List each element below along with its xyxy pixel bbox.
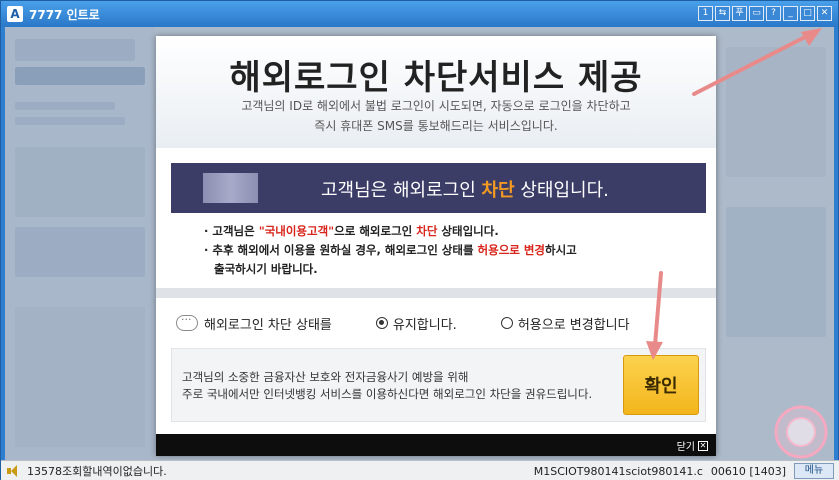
popup-subtitle: 고객님의 ID로 해외에서 불법 로그인이 시도되면, 자동으로 로그인을 차단… [156,96,716,136]
speaker-icon[interactable] [7,465,21,477]
session-id: M1SCIOT980141sciot980141.c [533,464,703,478]
recommendation-box: 고객님의 소중한 금융자산 보호와 전자금융사기 예방을 위해 주로 국내에서만… [171,348,706,422]
notice-list: · 고객님은 "국내이용고객"으로 해외로그인 차단 상태입니다. · 추후 해… [204,222,684,279]
popup-close-link[interactable]: 닫기 ✕ [677,438,708,453]
notice-text: · 추후 해외에서 이용을 원하실 경우, 해외로그인 상태를 [204,243,478,257]
screen-code: 00610 [1403] [710,464,786,478]
menu-button[interactable]: 메뉴 [794,463,834,479]
overseas-login-popup: 해외로그인 차단서비스 제공 고객님의 ID로 해외에서 불법 로그인이 시도되… [156,36,716,456]
popup-footer: 닫기 ✕ [156,434,716,456]
section-divider [156,288,716,298]
recommendation-line-1: 고객님의 소중한 금융자산 보호와 전자금융사기 예방을 위해 [182,370,469,384]
app-window: A 7777 인트로 1 ⇆ 푸 ▭ ? _ □ ✕ 해외로그인 차단서비스 제… [0,0,839,480]
screen-number-button[interactable]: 1 [698,6,713,21]
recommendation-line-2: 주로 국내에서만 인터넷뱅킹 서비스를 이용하신다면 해외로그인 차단을 권유드… [182,387,593,401]
login-status-text: 고객님은 해외로그인 차단 상태입니다. [321,176,609,202]
app-logo-icon: A [7,6,23,22]
masked-username [203,173,258,203]
notice-item: · 고객님은 "국내이용고객"으로 해외로그인 차단 상태입니다. [204,222,684,241]
radio-keep-label[interactable]: 유지합니다. [393,314,457,333]
close-icon[interactable]: ✕ [698,440,708,451]
subtitle-line-2: 즉시 휴대폰 SMS를 통보해드리는 서비스입니다. [314,119,558,133]
status-highlight: 차단 [481,180,515,201]
title-bar[interactable]: A 7777 인트로 1 ⇆ 푸 ▭ ? _ □ ✕ [1,1,838,27]
layout-button[interactable]: ▭ [749,6,764,21]
notice-red-text: "국내이용고객" [258,224,335,238]
radio-allow-label[interactable]: 허용으로 변경합니다 [518,314,630,333]
status-bar: 13578조회할내역이없습니다. M1SCIOT980141sciot98014… [1,460,839,480]
close-label[interactable]: 닫기 [677,438,695,453]
radio-unselected-icon[interactable] [500,317,513,329]
radio-allow-login[interactable]: 허용으로 변경합니다 [500,314,630,333]
notice-text: 으로 해외로그인 [334,224,417,238]
popup-title: 해외로그인 차단서비스 제공 [229,58,643,98]
choice-label: 해외로그인 차단 상태를 [204,317,332,333]
notice-text: · 고객님은 [204,224,259,238]
status-choice-row: 해외로그인 차단 상태를 유지합니다. 허용으로 변경합니다 [176,312,696,334]
minimize-button[interactable]: _ [783,6,798,21]
status-suffix: 상태입니다. [514,180,609,201]
font-button[interactable]: 푸 [732,6,747,21]
titlebar-buttons: 1 ⇆ 푸 ▭ ? _ □ ✕ [698,6,832,21]
speech-bubble-icon [176,313,198,331]
window-title: 7777 인트로 [29,7,100,22]
status-message: 13578조회할내역이없습니다. [27,465,167,478]
notice-text: 하시고 [545,243,577,257]
radio-selected-icon[interactable] [375,317,388,329]
popup-header: 해외로그인 차단서비스 제공 고객님의 ID로 해외에서 불법 로그인이 시도되… [156,36,716,148]
notice-red-text: 차단 [416,224,438,238]
notice-text: 상태입니다. [437,224,499,238]
radio-keep-block[interactable]: 유지합니다. [375,314,457,333]
recommendation-text: 고객님의 소중한 금융자산 보호와 전자금융사기 예방을 위해 주로 국내에서만… [182,369,592,403]
notice-red-text: 허용으로 변경 [477,243,546,257]
login-status-bar: 고객님은 해외로그인 차단 상태입니다. [171,163,706,213]
maximize-button[interactable]: □ [800,6,815,21]
help-button[interactable]: ? [766,6,781,21]
close-button[interactable]: ✕ [817,6,832,21]
notice-item-continued: 출국하시기 바랍니다. [214,262,318,276]
notice-item: · 추후 해외에서 이용을 원하실 경우, 해외로그인 상태를 허용으로 변경하… [204,241,684,260]
link-icon[interactable]: ⇆ [715,6,730,21]
status-prefix: 고객님은 해외로그인 [321,180,482,201]
subtitle-line-1: 고객님의 ID로 해외에서 불법 로그인이 시도되면, 자동으로 로그인을 차단… [241,99,631,113]
confirm-button[interactable]: 확인 [623,355,699,415]
